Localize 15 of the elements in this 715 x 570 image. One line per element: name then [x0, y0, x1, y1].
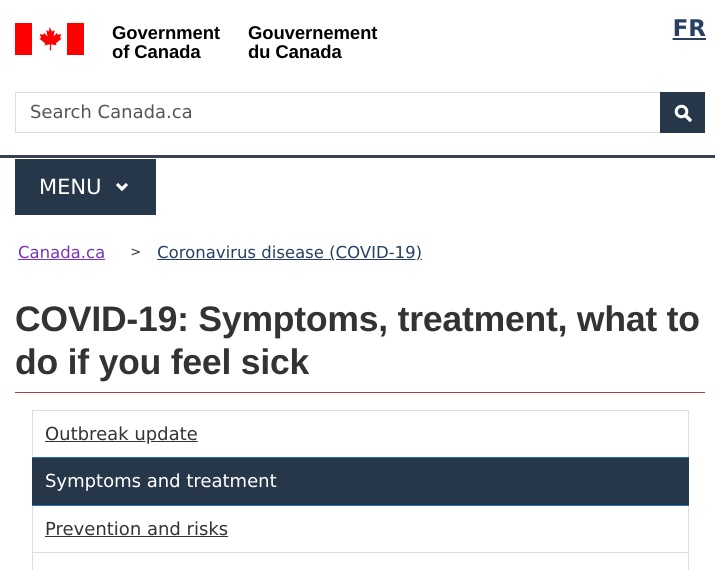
page-title: COVID-19: Symptoms, treatment, what to do if you feel sick — [15, 298, 701, 384]
gouvernement-du-canada-text: Gouvernement du Canada — [248, 23, 378, 61]
breadcrumb-link[interactable]: Canada.ca — [18, 243, 106, 262]
chevron-down-icon — [115, 182, 130, 192]
search-field[interactable]: Search Canada.ca — [15, 92, 660, 133]
language-toggle-link[interactable]: FR — [672, 16, 706, 42]
breadcrumb-link[interactable]: Coronavirus disease (COVID-19) — [157, 243, 422, 262]
section-nav-item[interactable]: Prevention and risks — [33, 506, 688, 553]
search-icon — [674, 104, 692, 122]
section-nav-item[interactable]: Symptoms and treatment — [32, 457, 689, 506]
canada-flag-icon — [15, 23, 84, 55]
breadcrumb-separator: > — [130, 245, 142, 260]
government-of-canada-text: Government of Canada — [112, 23, 220, 61]
search-button[interactable] — [660, 92, 705, 133]
menu-button[interactable]: MENU — [15, 159, 156, 215]
